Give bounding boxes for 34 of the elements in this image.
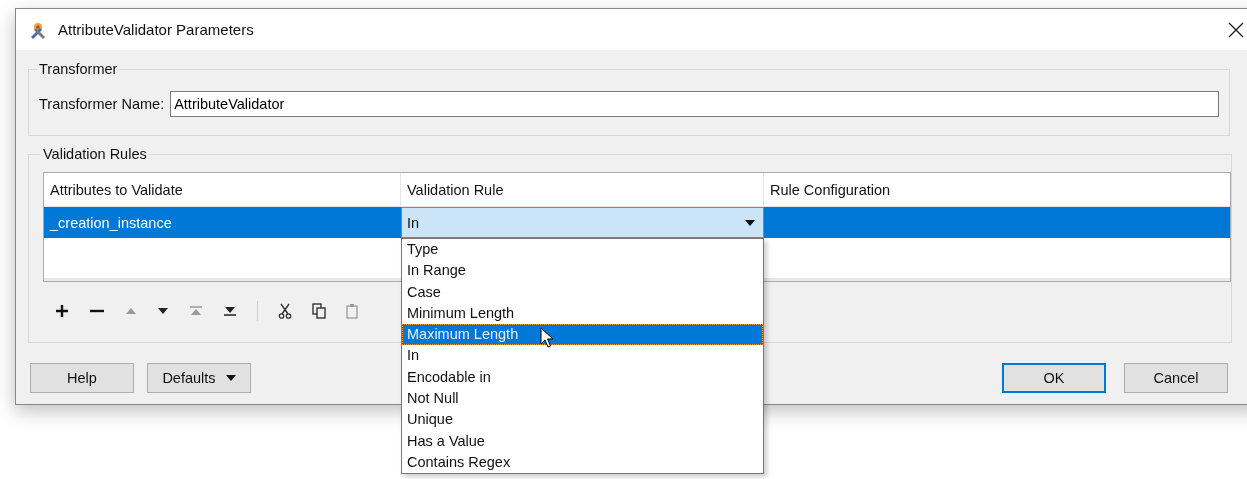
dropdown-option[interactable]: Case <box>402 281 763 303</box>
dropdown-option[interactable]: Type <box>402 239 763 261</box>
dropdown-option[interactable]: Maximum Length <box>402 324 763 346</box>
dropdown-option[interactable]: In <box>402 345 763 367</box>
dropdown-option[interactable]: Contains Regex <box>402 451 763 474</box>
table-cell-text: _creation_instance <box>48 213 173 233</box>
dialog-button[interactable]: OK <box>1002 363 1106 393</box>
dropdown-option[interactable]: Not Null <box>402 388 763 410</box>
move-bottom-icon[interactable] <box>223 306 237 316</box>
dropdown-option[interactable]: Has a Value <box>402 430 763 452</box>
pointer-icon <box>540 327 554 350</box>
group-title: Validation Rules <box>42 146 148 162</box>
group-title: Transformer <box>38 61 119 77</box>
dialog-button[interactable]: Defaults <box>147 363 251 393</box>
cut-icon[interactable] <box>278 303 292 319</box>
dropdown-option[interactable]: In Range <box>402 260 763 282</box>
window-title: AttributeValidator Parameters <box>58 21 255 38</box>
column-header[interactable]: Rule Configuration <box>764 173 1230 206</box>
dialog-button[interactable]: Help <box>30 363 134 393</box>
dropdown-option[interactable]: Unique <box>402 409 763 431</box>
column-header[interactable]: Validation Rule <box>401 173 764 206</box>
caret-icon <box>225 375 236 381</box>
field-label: Transformer Name: <box>39 96 165 112</box>
dropdown-option[interactable]: Minimum Length <box>402 302 763 325</box>
caret-icon <box>745 219 755 226</box>
close-icon[interactable] <box>1228 21 1244 38</box>
rule-dropdown[interactable]: In <box>401 207 764 238</box>
dropdown-option[interactable]: Encodable in <box>402 366 763 389</box>
column-header[interactable]: Attributes to Validate <box>44 173 401 206</box>
copy-icon[interactable] <box>312 303 326 319</box>
move-down-icon[interactable] <box>157 307 169 315</box>
add-icon[interactable] <box>55 304 69 318</box>
input-field[interactable]: AttributeValidator <box>170 91 1219 117</box>
dialog-button[interactable]: Cancel <box>1124 363 1228 393</box>
